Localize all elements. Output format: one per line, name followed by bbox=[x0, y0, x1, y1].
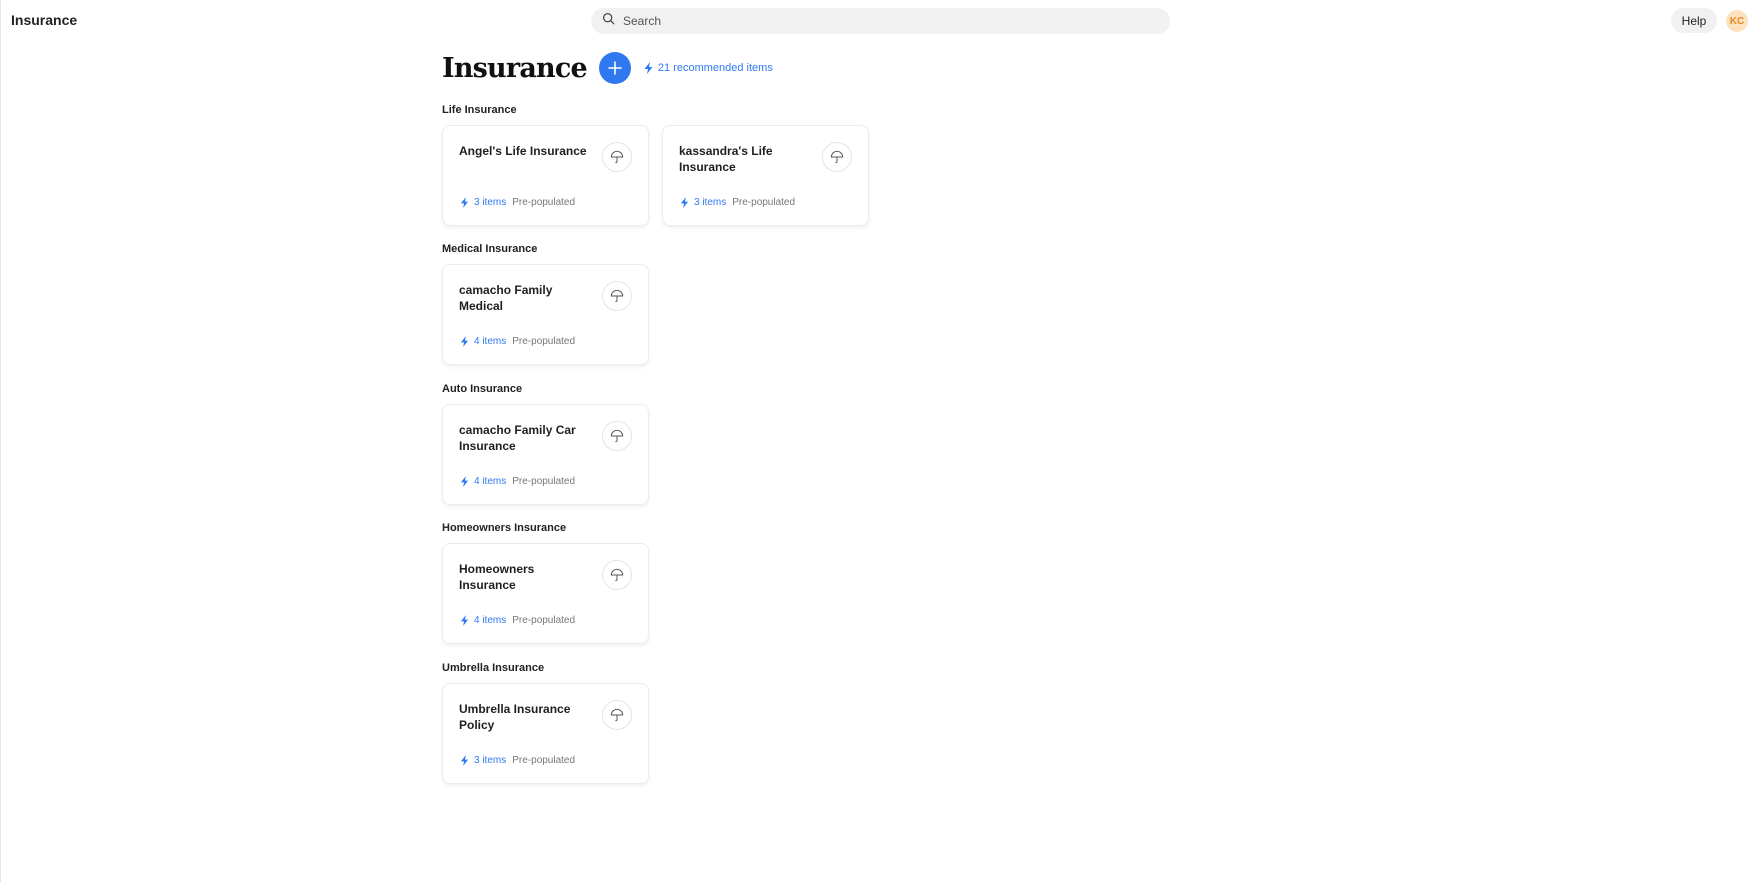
card-footer: 3 items Pre-populated bbox=[460, 755, 575, 766]
section-life-insurance: Life Insurance Angel's Life Insurance 3 it… bbox=[442, 103, 869, 226]
lightning-icon bbox=[460, 197, 469, 208]
item-count: 4 items bbox=[474, 336, 507, 347]
lightning-icon bbox=[460, 755, 469, 766]
avatar[interactable]: KC bbox=[1726, 10, 1748, 32]
card-footer: 3 items Pre-populated bbox=[460, 197, 575, 208]
section-title: Umbrella Insurance bbox=[442, 662, 545, 674]
lightning-icon bbox=[460, 476, 469, 487]
policy-card[interactable]: Umbrella Insurance Policy 3 items Pre-popu… bbox=[442, 683, 649, 784]
status-label: Pre-populated bbox=[732, 197, 796, 208]
status-label: Pre-populated bbox=[512, 755, 576, 766]
umbrella-icon bbox=[602, 421, 632, 451]
recommended-items-label: 21 recommended items bbox=[657, 62, 773, 74]
item-count: 3 items bbox=[474, 197, 507, 208]
top-bar: Insurance Help KC bbox=[1, 0, 1752, 42]
card-list: Homeowners Insurance 4 items Pre-populated bbox=[442, 543, 649, 644]
policy-card[interactable]: Angel's Life Insurance 3 items Pre-populat… bbox=[442, 125, 649, 226]
plus-icon bbox=[608, 61, 622, 75]
policy-card[interactable]: camacho Family Car Insurance 4 items Pre-p… bbox=[442, 404, 649, 505]
card-footer: 4 items Pre-populated bbox=[460, 336, 575, 347]
card-list: camacho Family Medical 4 items Pre-populat… bbox=[442, 264, 649, 365]
card-footer: 4 items Pre-populated bbox=[460, 615, 575, 626]
app-window: Insurance Help KC Insurance 21 recommend… bbox=[0, 0, 1752, 882]
page-header: Insurance 21 recommended items bbox=[442, 50, 1342, 86]
item-count: 4 items bbox=[474, 615, 507, 626]
add-button[interactable] bbox=[598, 52, 631, 84]
umbrella-icon bbox=[602, 560, 632, 590]
umbrella-icon bbox=[822, 142, 852, 172]
section-title: Auto Insurance bbox=[442, 383, 523, 395]
lightning-icon bbox=[460, 336, 469, 347]
lightning-icon bbox=[460, 615, 469, 626]
search-input[interactable] bbox=[621, 13, 1145, 29]
main-content: Insurance 21 recommended items Life Insu… bbox=[442, 50, 1342, 784]
item-count: 4 items bbox=[474, 476, 507, 487]
umbrella-icon bbox=[602, 700, 632, 730]
search-icon bbox=[602, 12, 615, 30]
status-label: Pre-populated bbox=[512, 336, 576, 347]
card-title: camacho Family Car Insurance bbox=[459, 423, 576, 453]
section-title: Life Insurance bbox=[442, 104, 517, 116]
umbrella-icon bbox=[602, 281, 632, 311]
status-label: Pre-populated bbox=[512, 615, 576, 626]
status-label: Pre-populated bbox=[512, 476, 576, 487]
section-medical-insurance: Medical Insurance camacho Family Medical 4… bbox=[442, 242, 649, 365]
card-title: kassandra's Life Insurance bbox=[679, 144, 773, 174]
lightning-icon bbox=[643, 62, 658, 74]
section-homeowners-insurance: Homeowners Insurance Homeowners Insurance… bbox=[442, 521, 649, 644]
item-count: 3 items bbox=[474, 755, 507, 766]
recommended-items-link[interactable]: 21 recommended items bbox=[643, 62, 773, 74]
lightning-icon bbox=[680, 197, 689, 208]
page-title: Insurance bbox=[442, 52, 588, 84]
card-title: camacho Family Medical bbox=[459, 283, 553, 313]
status-label: Pre-populated bbox=[512, 197, 576, 208]
item-count: 3 items bbox=[694, 197, 727, 208]
policy-card[interactable]: kassandra's Life Insurance 3 items Pre-pop… bbox=[662, 125, 869, 226]
card-footer: 3 items Pre-populated bbox=[680, 197, 795, 208]
section-umbrella-insurance: Umbrella Insurance Umbrella Insurance Pol… bbox=[442, 661, 649, 784]
app-title: Insurance bbox=[11, 12, 78, 28]
policy-card[interactable]: camacho Family Medical 4 items Pre-populat… bbox=[442, 264, 649, 365]
section-title: Homeowners Insurance bbox=[442, 522, 567, 534]
card-list: Umbrella Insurance Policy 3 items Pre-popu… bbox=[442, 683, 649, 784]
search-bar[interactable] bbox=[591, 8, 1170, 34]
card-title: Umbrella Insurance Policy bbox=[459, 702, 571, 732]
section-auto-insurance: Auto Insurance camacho Family Car Insuran… bbox=[442, 382, 649, 505]
card-list: Angel's Life Insurance 3 items Pre-populat… bbox=[442, 125, 869, 226]
umbrella-icon bbox=[602, 142, 632, 172]
help-button[interactable]: Help bbox=[1671, 8, 1717, 33]
policy-card[interactable]: Homeowners Insurance 4 items Pre-populated bbox=[442, 543, 649, 644]
card-title: Angel's Life Insurance bbox=[459, 144, 587, 158]
card-title: Homeowners Insurance bbox=[459, 562, 535, 592]
card-footer: 4 items Pre-populated bbox=[460, 476, 575, 487]
section-title: Medical Insurance bbox=[442, 243, 538, 255]
card-list: camacho Family Car Insurance 4 items Pre-p… bbox=[442, 404, 649, 505]
